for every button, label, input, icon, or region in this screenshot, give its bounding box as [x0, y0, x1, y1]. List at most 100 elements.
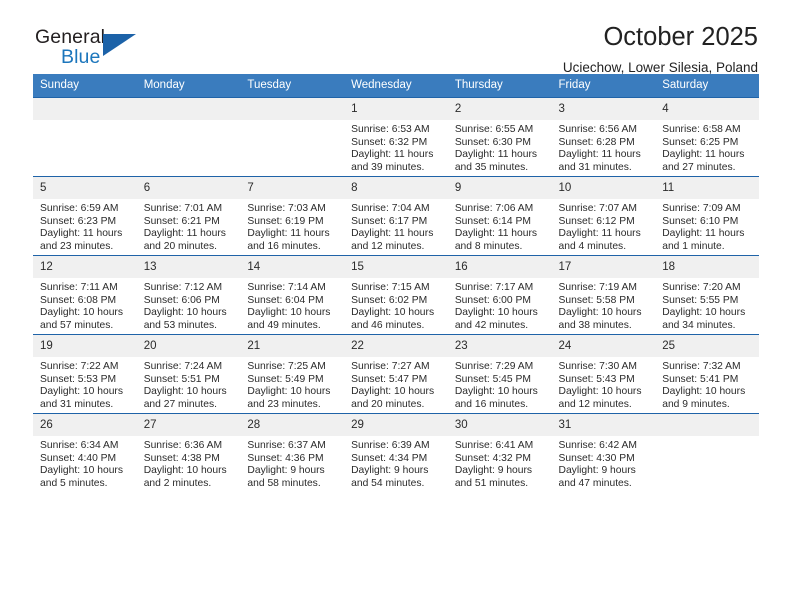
sunrise-text: Sunrise: 7:03 AM [247, 203, 326, 214]
day-number: 12 [33, 256, 137, 278]
calendar-day-cell[interactable]: 12 Sunrise: 7:11 AM Sunset: 6:08 PM Dayligh… [33, 255, 137, 335]
calendar-day-cell[interactable]: 27 Sunrise: 6:36 AM Sunset: 4:38 PM Dayligh… [136, 413, 241, 492]
sunset-text: Sunset: 6:14 PM [454, 215, 531, 227]
daylight-text: Daylight: 11 hours [247, 228, 330, 240]
calendar-body: 1 Sunrise: 6:53 AM Sunset: 6:32 PM Daylight… [33, 97, 759, 492]
sunrise-text: Sunrise: 6:37 AM [247, 440, 326, 451]
sunrise-text: Sunrise: 7:14 AM [247, 282, 326, 293]
calendar-day-cell[interactable]: 2 Sunrise: 6:55 AM Sunset: 6:30 PM Daylight… [447, 97, 552, 177]
sunset-text: Sunset: 6:23 PM [40, 215, 117, 227]
day-details: Sunrise: 7:30 AM Sunset: 5:43 PM Daylight:… [552, 357, 656, 411]
day-details: Sunrise: 6:41 AM Sunset: 4:32 PM Daylight:… [448, 436, 552, 490]
day-number: 18 [655, 256, 759, 278]
day-cell-inner: 2 Sunrise: 6:55 AM Sunset: 6:30 PM Daylight… [447, 98, 552, 176]
day-cell-inner [33, 98, 137, 176]
day-number: 26 [33, 414, 137, 436]
daylight-text: Daylight: 11 hours [351, 228, 434, 240]
calendar-day-cell[interactable]: 18 Sunrise: 7:20 AM Sunset: 5:55 PM Dayligh… [655, 255, 759, 335]
calendar-day-cell[interactable]: 20 Sunrise: 7:24 AM Sunset: 5:51 PM Dayligh… [136, 334, 241, 414]
calendar-day-cell[interactable]: 3 Sunrise: 6:56 AM Sunset: 6:28 PM Daylight… [551, 97, 656, 177]
calendar-day-cell[interactable]: 4 Sunrise: 6:58 AM Sunset: 6:25 PM Daylight… [655, 97, 759, 177]
day-cell-inner: 18 Sunrise: 7:20 AM Sunset: 5:55 PM Dayligh… [655, 256, 759, 334]
day-number: 1 [344, 98, 448, 120]
calendar-day-cell[interactable]: 26 Sunrise: 6:34 AM Sunset: 4:40 PM Dayligh… [33, 413, 137, 492]
sunrise-text: Sunrise: 6:36 AM [143, 440, 223, 451]
sunrise-text: Sunrise: 7:19 AM [558, 282, 637, 293]
sunrise-text: Sunrise: 7:01 AM [143, 203, 223, 214]
calendar-day-cell[interactable]: 25 Sunrise: 7:32 AM Sunset: 5:41 PM Dayligh… [655, 334, 759, 414]
day-details: Sunrise: 7:22 AM Sunset: 5:53 PM Daylight:… [33, 357, 137, 411]
calendar-day-cell[interactable]: 29 Sunrise: 6:39 AM Sunset: 4:34 PM Dayligh… [344, 413, 448, 492]
calendar-day-cell[interactable]: 19 Sunrise: 7:22 AM Sunset: 5:53 PM Dayligh… [33, 334, 137, 414]
calendar-day-cell[interactable]: 22 Sunrise: 7:27 AM Sunset: 5:47 PM Dayligh… [344, 334, 448, 414]
calendar-day-cell[interactable]: 9 Sunrise: 7:06 AM Sunset: 6:14 PM Daylight… [447, 176, 552, 256]
calendar-day-cell[interactable]: 10 Sunrise: 7:07 AM Sunset: 6:12 PM Dayligh… [551, 176, 656, 256]
calendar-day-cell[interactable]: 13 Sunrise: 7:12 AM Sunset: 6:06 PM Dayligh… [136, 255, 241, 335]
calendar-cell-empty [33, 97, 137, 177]
day-number [655, 414, 759, 436]
weekday-header-tuesday: Tuesday [240, 74, 345, 98]
day-details: Sunrise: 7:17 AM Sunset: 6:00 PM Daylight:… [448, 278, 552, 332]
day-cell-inner: 3 Sunrise: 6:56 AM Sunset: 6:28 PM Daylight… [551, 98, 656, 176]
day-details: Sunrise: 6:37 AM Sunset: 4:36 PM Daylight:… [240, 436, 344, 490]
day-number: 29 [344, 414, 448, 436]
calendar-day-cell[interactable]: 1 Sunrise: 6:53 AM Sunset: 6:32 PM Daylight… [344, 97, 448, 177]
day-cell-inner [655, 414, 759, 492]
day-details [240, 120, 344, 124]
daylight-text: and 1 minute. [662, 240, 725, 252]
calendar-day-cell[interactable]: 28 Sunrise: 6:37 AM Sunset: 4:36 PM Dayligh… [240, 413, 345, 492]
calendar-day-cell[interactable]: 11 Sunrise: 7:09 AM Sunset: 6:10 PM Dayligh… [655, 176, 759, 256]
day-number: 15 [344, 256, 448, 278]
sunset-text: Sunset: 6:25 PM [662, 136, 739, 148]
day-details: Sunrise: 6:42 AM Sunset: 4:30 PM Daylight:… [552, 436, 656, 490]
calendar-day-cell[interactable]: 14 Sunrise: 7:14 AM Sunset: 6:04 PM Dayligh… [240, 255, 345, 335]
weekday-header-monday: Monday [136, 74, 241, 98]
calendar-day-cell[interactable]: 23 Sunrise: 7:29 AM Sunset: 5:45 PM Dayligh… [447, 334, 552, 414]
daylight-text: and 57 minutes. [40, 319, 114, 331]
daylight-text: and 4 minutes. [558, 240, 627, 252]
daylight-text: Daylight: 11 hours [454, 149, 538, 161]
day-cell-inner: 30 Sunrise: 6:41 AM Sunset: 4:32 PM Dayligh… [447, 414, 552, 492]
calendar-day-cell[interactable]: 17 Sunrise: 7:19 AM Sunset: 5:58 PM Dayligh… [551, 255, 656, 335]
calendar-day-cell[interactable]: 8 Sunrise: 7:04 AM Sunset: 6:17 PM Daylight… [344, 176, 448, 256]
daylight-text: Daylight: 10 hours [662, 386, 746, 398]
daylight-text: and 38 minutes. [558, 319, 632, 331]
sunrise-text: Sunrise: 6:34 AM [40, 440, 119, 451]
day-details: Sunrise: 6:34 AM Sunset: 4:40 PM Daylight:… [33, 436, 137, 490]
calendar-day-cell[interactable]: 30 Sunrise: 6:41 AM Sunset: 4:32 PM Dayligh… [447, 413, 552, 492]
day-cell-inner: 7 Sunrise: 7:03 AM Sunset: 6:19 PM Daylight… [240, 177, 345, 255]
calendar-cell-empty [136, 97, 241, 177]
calendar-day-cell[interactable]: 15 Sunrise: 7:15 AM Sunset: 6:02 PM Dayligh… [344, 255, 448, 335]
calendar-day-cell[interactable]: 7 Sunrise: 7:03 AM Sunset: 6:19 PM Daylight… [240, 176, 345, 256]
sunrise-text: Sunrise: 6:39 AM [351, 440, 430, 451]
day-number: 24 [551, 335, 656, 357]
daylight-text: Daylight: 10 hours [247, 307, 331, 319]
day-cell-inner [136, 98, 241, 176]
day-cell-inner: 8 Sunrise: 7:04 AM Sunset: 6:17 PM Daylight… [344, 177, 448, 255]
sunrise-text: Sunrise: 7:29 AM [454, 361, 534, 372]
day-details: Sunrise: 7:01 AM Sunset: 6:21 PM Daylight:… [137, 199, 241, 253]
sunset-text: Sunset: 6:06 PM [143, 294, 220, 306]
general-blue-logo[interactable]: General Blue [35, 26, 155, 74]
calendar-day-cell[interactable]: 5 Sunrise: 6:59 AM Sunset: 6:23 PM Daylight… [33, 176, 137, 256]
day-number: 5 [33, 177, 137, 199]
sunset-text: Sunset: 5:47 PM [351, 373, 428, 385]
calendar-day-cell[interactable]: 16 Sunrise: 7:17 AM Sunset: 6:00 PM Dayligh… [447, 255, 552, 335]
calendar-day-cell[interactable]: 21 Sunrise: 7:25 AM Sunset: 5:49 PM Dayligh… [240, 334, 345, 414]
calendar-week-row: 19 Sunrise: 7:22 AM Sunset: 5:53 PM Dayligh… [33, 334, 759, 414]
day-cell-inner: 14 Sunrise: 7:14 AM Sunset: 6:04 PM Dayligh… [240, 256, 345, 334]
calendar-week-row: 12 Sunrise: 7:11 AM Sunset: 6:08 PM Dayligh… [33, 255, 759, 335]
sunset-text: Sunset: 6:28 PM [558, 136, 635, 148]
day-details: Sunrise: 7:09 AM Sunset: 6:10 PM Daylight:… [655, 199, 759, 253]
daylight-text: Daylight: 9 hours [558, 465, 636, 477]
day-cell-inner: 5 Sunrise: 6:59 AM Sunset: 6:23 PM Daylight… [33, 177, 137, 255]
sunset-text: Sunset: 4:40 PM [40, 452, 117, 464]
calendar-day-cell[interactable]: 31 Sunrise: 6:42 AM Sunset: 4:30 PM Dayligh… [551, 413, 656, 492]
weekday-header-saturday: Saturday [655, 74, 759, 98]
calendar-day-cell[interactable]: 24 Sunrise: 7:30 AM Sunset: 5:43 PM Dayligh… [551, 334, 656, 414]
daylight-text: and 47 minutes. [558, 477, 632, 489]
daylight-text: Daylight: 10 hours [351, 386, 435, 398]
day-cell-inner: 17 Sunrise: 7:19 AM Sunset: 5:58 PM Dayligh… [551, 256, 656, 334]
sunset-text: Sunset: 5:41 PM [662, 373, 739, 385]
calendar-day-cell[interactable]: 6 Sunrise: 7:01 AM Sunset: 6:21 PM Daylight… [136, 176, 241, 256]
